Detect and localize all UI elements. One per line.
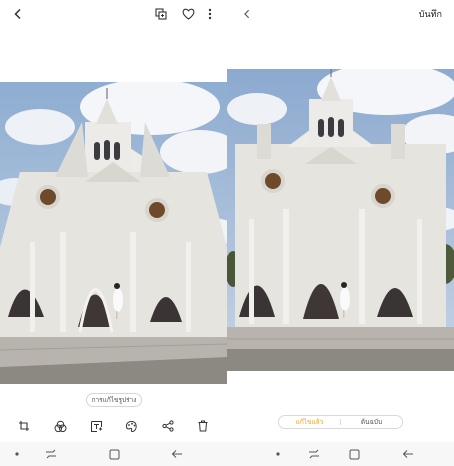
crop-rotate-icon [18,420,30,432]
right-compare-view: บันทึก [227,0,454,466]
recents-icon [308,449,320,459]
back-arrow-icon [171,449,183,459]
original-option[interactable]: ต้นฉบับ [341,416,402,428]
right-top-bar: บันทึก [227,0,454,28]
system-back-button[interactable] [170,447,184,461]
filter-icon [54,420,67,433]
more-options-button[interactable] [202,6,218,22]
favorite-button[interactable] [180,6,196,22]
nav-dot-button[interactable] [271,447,285,461]
crop-rotate-button[interactable] [16,418,32,434]
back-arrow-icon [402,449,414,459]
home-icon [109,449,120,460]
corrected-church-photo-image [227,69,454,371]
trash-icon [197,420,209,432]
delete-button[interactable] [195,418,211,434]
dot-icon [15,452,19,456]
text-sticker-icon [90,420,103,433]
remaster-button[interactable] [153,6,169,22]
compare-back-button[interactable] [239,6,255,22]
share-button[interactable] [160,418,176,434]
corrected-church-photo[interactable] [227,69,454,371]
filter-button[interactable] [52,418,68,434]
share-icon [162,420,174,432]
left-photo-viewer: การแก้ไขรูปร่าง [0,0,227,466]
recents-icon [45,449,57,459]
chevron-left-icon [242,9,252,19]
text-sticker-button[interactable] [88,418,104,434]
dot-icon [276,452,280,456]
remaster-icon [155,8,167,20]
heart-icon [182,8,195,20]
save-button[interactable]: บันทึก [419,7,442,21]
church-photo[interactable] [0,82,227,384]
shape-correction-chip[interactable]: การแก้ไขรูปร่าง [86,393,142,407]
church-photo-image [0,82,227,384]
chevron-left-icon [12,8,24,20]
home-icon [349,449,360,460]
back-button[interactable] [10,6,26,22]
recents-button[interactable] [307,447,321,461]
paint-icon [125,420,138,433]
system-back-button[interactable] [401,447,415,461]
right-system-nav-bar [227,442,454,466]
more-vertical-icon [208,8,212,20]
left-top-bar [0,0,227,28]
edit-toolbar [0,416,227,436]
paint-button[interactable] [123,418,139,434]
home-button[interactable] [107,447,121,461]
home-button[interactable] [347,447,361,461]
recents-button[interactable] [44,447,58,461]
compare-toggle: แก้ไขแล้ว ต้นฉบับ [278,415,403,429]
left-system-nav-bar [0,442,227,466]
nav-dot-button[interactable] [10,447,24,461]
edited-option[interactable]: แก้ไขแล้ว [279,416,340,428]
